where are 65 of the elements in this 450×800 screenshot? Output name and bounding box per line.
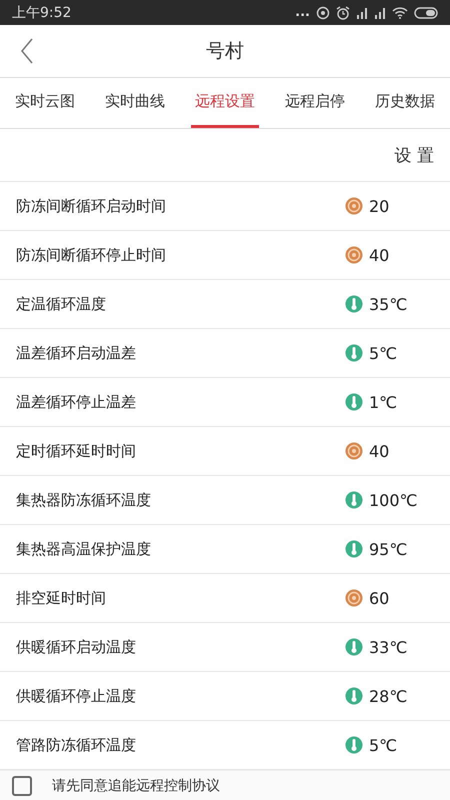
setting-row[interactable]: 防冻间断循环停止时间 40 bbox=[0, 231, 450, 280]
setting-label: 定温循环温度 bbox=[16, 294, 107, 314]
setting-label: 定时循环延时时间 bbox=[16, 442, 137, 460]
tab[interactable]: 实时云图 bbox=[11, 78, 79, 128]
setting-row[interactable]: 定时循环延时时间 40 bbox=[0, 427, 450, 476]
tab[interactable]: 实时曲线 bbox=[101, 78, 169, 128]
setting-row[interactable]: 集热器防冻循环温度 100℃ bbox=[0, 476, 450, 525]
setting-value: 28℃ bbox=[369, 686, 408, 706]
setting-label: 管路防冻循环温度 bbox=[16, 736, 137, 754]
setting-row[interactable]: 集热器高温保护温度 95℃ bbox=[0, 525, 450, 574]
signal-icon bbox=[356, 6, 368, 18]
setting-label: 排空延时时间 bbox=[16, 588, 107, 608]
setting-row[interactable]: 防冻间断循环启动时间 20 bbox=[0, 182, 450, 231]
setting-label: 防冻间断循环停止时间 bbox=[16, 246, 167, 264]
tab[interactable]: 远程启停 bbox=[281, 78, 349, 128]
tab[interactable]: 远程设置 bbox=[191, 78, 259, 128]
thermometer-icon bbox=[345, 393, 363, 411]
setting-value: 35℃ bbox=[369, 294, 408, 314]
alarm-clock-icon bbox=[336, 6, 350, 20]
setting-row[interactable]: 供暖循环启动温度 33℃ bbox=[0, 623, 450, 672]
tab[interactable]: 历史数据 bbox=[371, 78, 439, 128]
thermometer-icon bbox=[345, 344, 363, 362]
setting-row[interactable]: 温差循环停止温差 1℃ bbox=[0, 378, 450, 427]
thermometer-icon bbox=[345, 295, 363, 313]
setting-row[interactable]: 供暖循环停止温度 28℃ bbox=[0, 672, 450, 721]
dial-icon bbox=[345, 197, 363, 215]
signal-icon bbox=[374, 6, 386, 18]
setting-label: 防冻间断循环启动时间 bbox=[16, 196, 167, 216]
wifi-icon bbox=[392, 6, 408, 19]
setting-label: 温差循环启动温差 bbox=[16, 344, 137, 362]
location-icon bbox=[316, 6, 330, 20]
dial-icon bbox=[345, 246, 363, 264]
setting-value: 5℃ bbox=[369, 344, 398, 362]
battery-icon bbox=[414, 6, 438, 18]
thermometer-icon bbox=[345, 736, 363, 754]
setting-row[interactable]: 温差循环启动温差 5℃ bbox=[0, 329, 450, 378]
setting-label: 集热器高温保护温度 bbox=[16, 540, 152, 558]
thermometer-icon bbox=[345, 638, 363, 656]
thermometer-icon bbox=[345, 687, 363, 705]
settings-button[interactable]: 设 置 bbox=[388, 142, 440, 168]
page-title: 号村 bbox=[206, 39, 244, 64]
setting-value: 1℃ bbox=[369, 392, 398, 412]
setting-label: 集热器防冻循环温度 bbox=[16, 490, 152, 510]
setting-label: 温差循环停止温差 bbox=[16, 392, 137, 412]
notification-dots: ... bbox=[295, 5, 310, 20]
agreement-label: 请先同意追能远程控制协议 bbox=[52, 776, 220, 794]
back-button[interactable] bbox=[20, 38, 34, 64]
thermometer-icon bbox=[345, 491, 363, 509]
thermometer-icon bbox=[345, 540, 363, 558]
setting-value: 60 bbox=[369, 588, 390, 608]
setting-value: 40 bbox=[369, 442, 390, 460]
clock-time: 上午9:52 bbox=[12, 4, 72, 22]
dial-icon bbox=[345, 442, 363, 460]
setting-row[interactable]: 排空延时时间 60 bbox=[0, 574, 450, 623]
setting-value: 20 bbox=[369, 196, 390, 216]
setting-value: 5℃ bbox=[369, 736, 398, 754]
setting-value: 95℃ bbox=[369, 540, 408, 558]
setting-label: 供暖循环停止温度 bbox=[16, 686, 137, 706]
setting-label: 供暖循环启动温度 bbox=[16, 638, 137, 656]
checkbox[interactable] bbox=[12, 776, 32, 796]
dial-icon bbox=[345, 589, 363, 607]
setting-value: 100℃ bbox=[369, 490, 418, 510]
setting-value: 40 bbox=[369, 246, 390, 264]
setting-row[interactable]: 定温循环温度 35℃ bbox=[0, 280, 450, 329]
setting-value: 33℃ bbox=[369, 638, 408, 656]
